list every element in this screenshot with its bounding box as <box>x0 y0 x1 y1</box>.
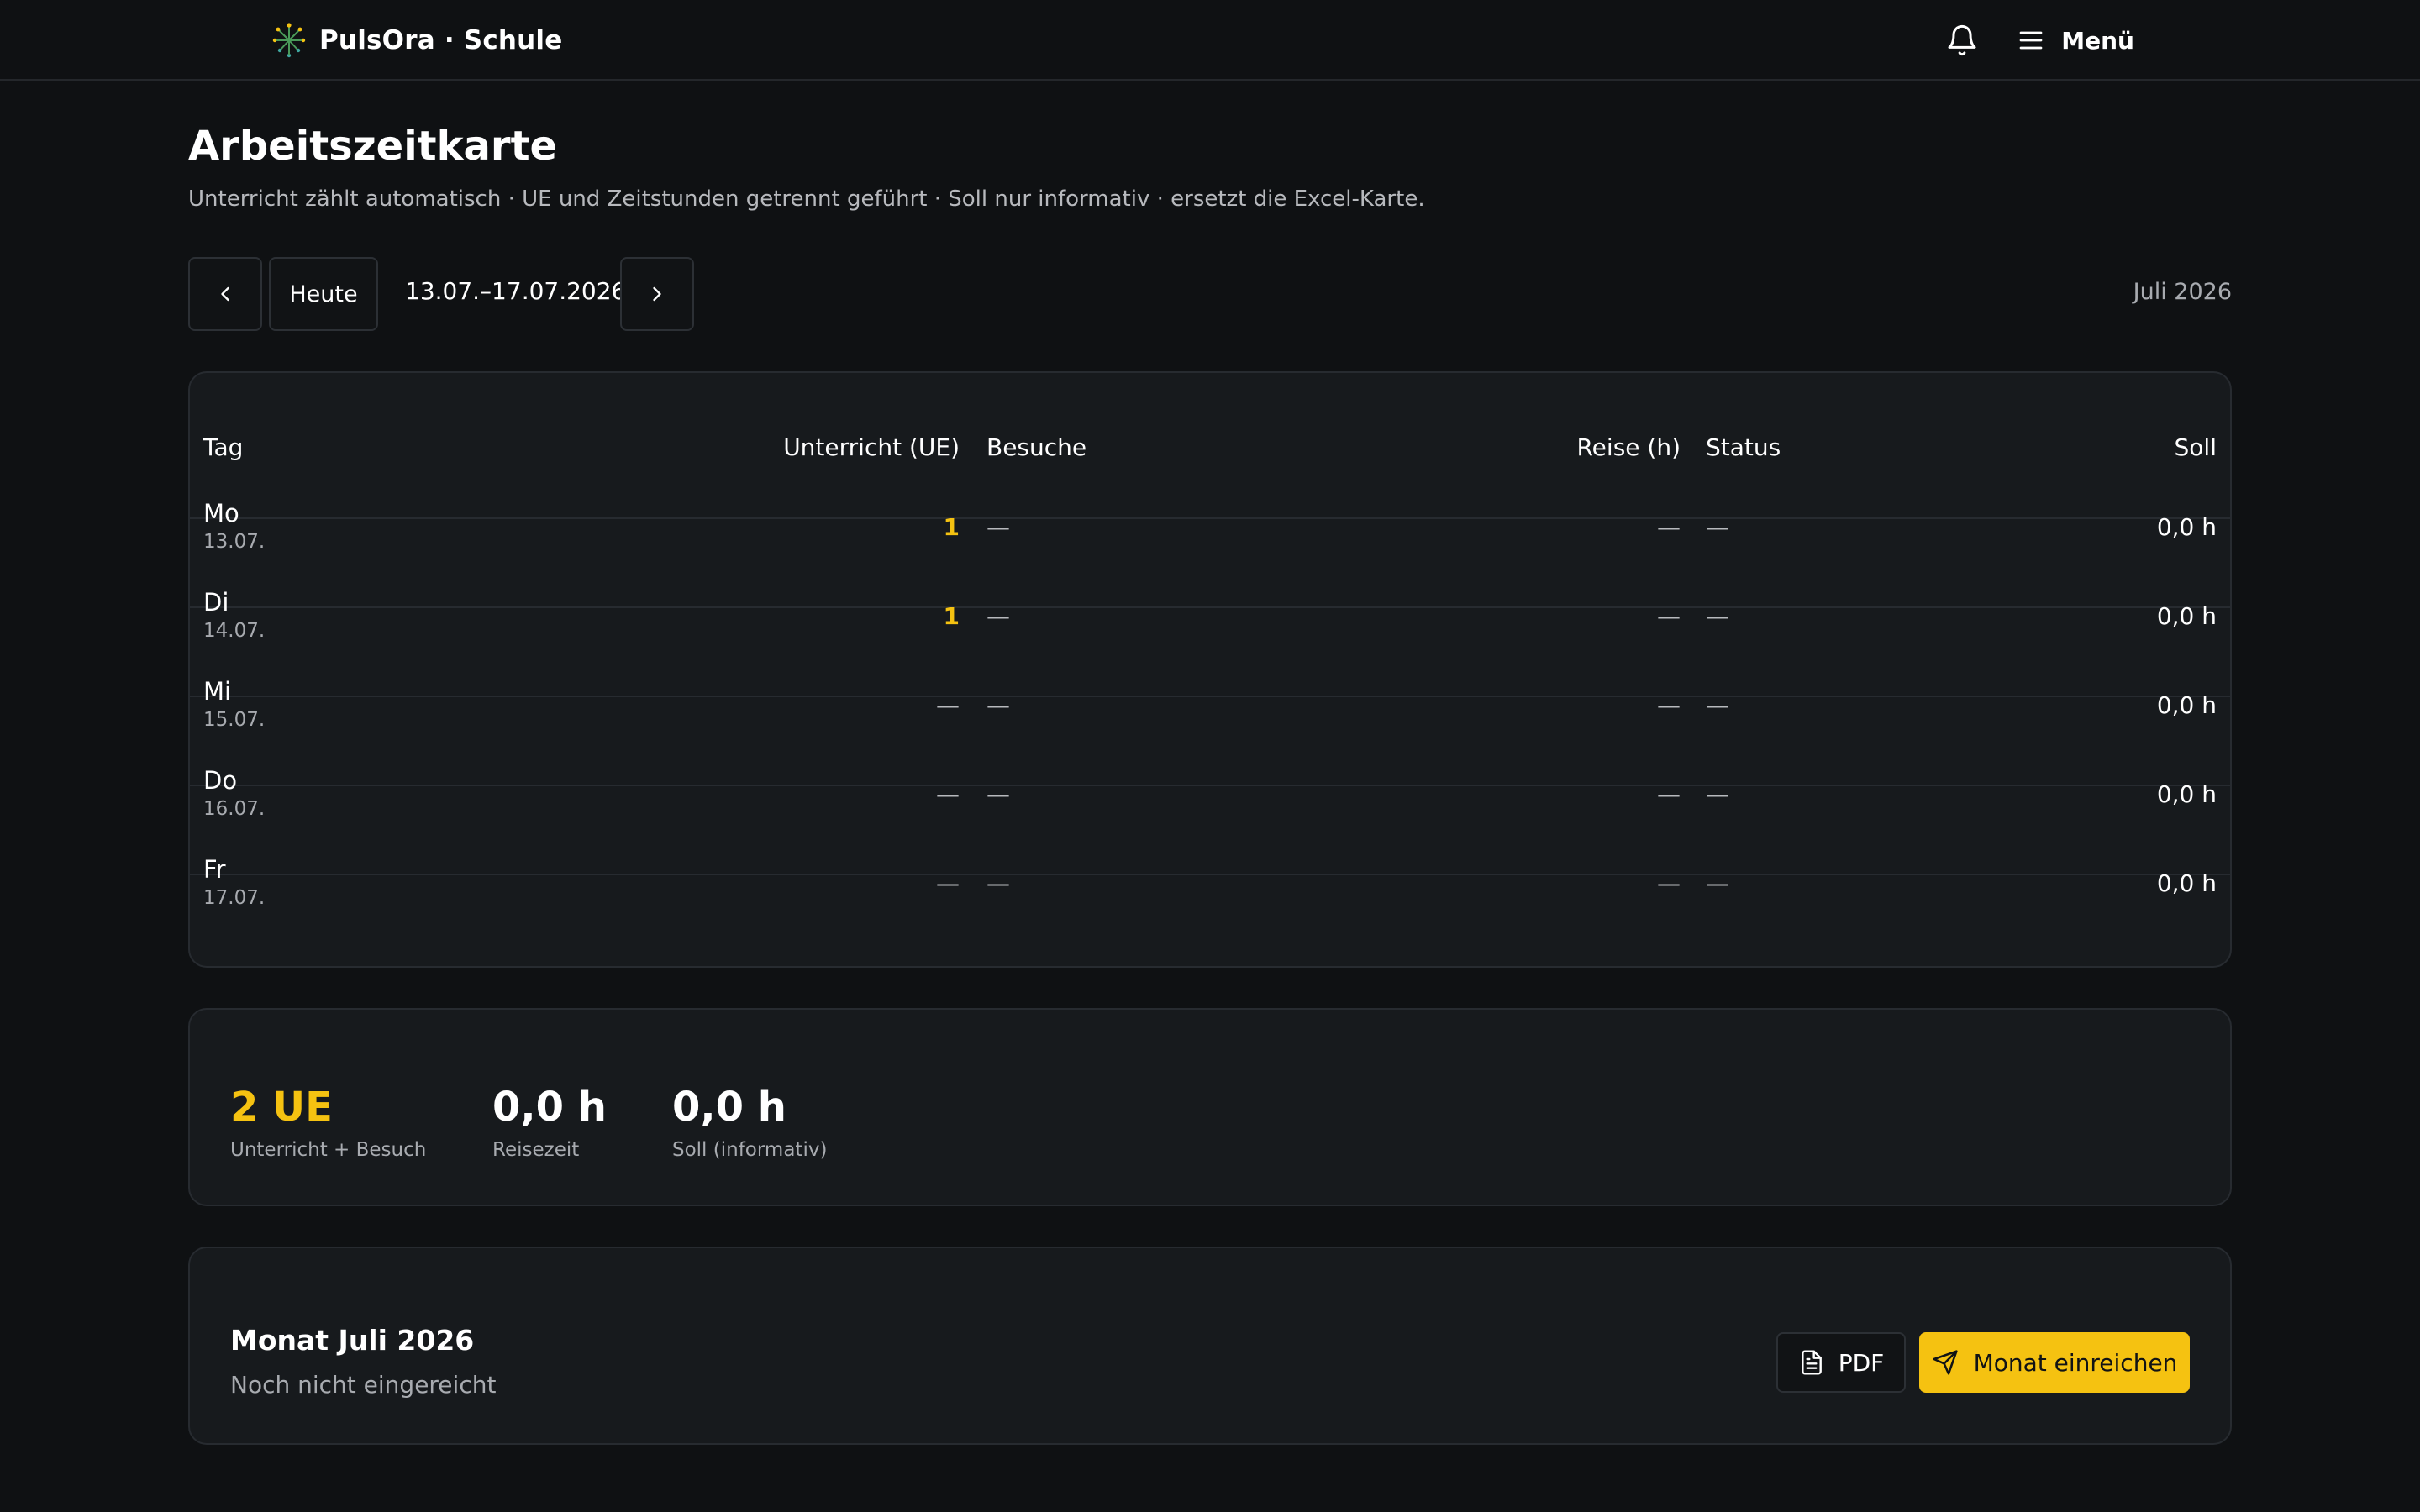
soll-value: 0,0 h <box>2156 691 2217 719</box>
day-name: Mo <box>203 499 239 528</box>
column-header-soll: Soll <box>2174 433 2217 461</box>
previous-week-button[interactable] <box>188 257 262 331</box>
today-button[interactable]: Heute <box>269 257 378 331</box>
brand[interactable]: PulsOra · Schule <box>272 18 562 62</box>
document-icon <box>1801 1350 1822 1375</box>
day-date: 14.07. <box>203 620 266 642</box>
besuche-value: — <box>986 602 1010 630</box>
column-header-besuche: Besuche <box>986 433 1087 461</box>
day-name: Mi <box>203 677 232 706</box>
soll-value: 0,0 h <box>2156 780 2217 808</box>
submit-month-label: Monat einreichen <box>1973 1348 2178 1377</box>
day-date: 13.07. <box>203 531 266 553</box>
status-value: — <box>1706 513 1729 541</box>
week-range: 13.07.–17.07.2026 <box>405 277 627 305</box>
next-week-button[interactable] <box>620 257 694 331</box>
send-icon <box>1932 1350 1958 1375</box>
stat-ue-value: 2 UE <box>230 1084 333 1131</box>
besuche-value: — <box>986 869 1010 897</box>
day-name: Di <box>203 588 229 617</box>
reise-value: — <box>1657 869 1681 897</box>
table-header <box>190 432 2230 519</box>
logo-icon <box>272 23 306 58</box>
month-title: Monat Juli 2026 <box>230 1324 475 1357</box>
stat-soll-label: Soll (informativ) <box>672 1139 828 1161</box>
stat-reisezeit-value: 0,0 h <box>492 1084 607 1131</box>
pdf-button[interactable]: PDF <box>1776 1332 1906 1393</box>
menu-label: Menü <box>2061 26 2134 55</box>
month-status: Noch nicht eingereicht <box>230 1371 497 1399</box>
column-header-tag: Tag <box>203 433 244 461</box>
reise-value: — <box>1657 513 1681 541</box>
reise-value: — <box>1657 602 1681 630</box>
besuche-value: — <box>986 691 1010 719</box>
besuche-value: — <box>986 513 1010 541</box>
table-row <box>190 608 2230 697</box>
day-name: Fr <box>203 855 226 884</box>
table-row <box>190 697 2230 786</box>
besuche-value: — <box>986 780 1010 808</box>
page-subtitle: Unterricht zählt automatisch · UE und Ze… <box>188 186 1425 212</box>
current-month-label: Juli 2026 <box>2133 279 2232 305</box>
table-row <box>190 786 2230 875</box>
menu-icon <box>2019 31 2043 50</box>
stat-ue-label: Unterricht + Besuch <box>230 1139 427 1161</box>
soll-value: 0,0 h <box>2156 602 2217 630</box>
reise-value: — <box>1657 691 1681 719</box>
day-date: 15.07. <box>203 709 266 731</box>
unterricht-value: — <box>936 780 960 808</box>
column-header-status: Status <box>1706 433 1781 461</box>
table-row <box>190 519 2230 608</box>
table-row <box>190 875 2230 964</box>
soll-value: 0,0 h <box>2156 513 2217 541</box>
chevron-right-icon <box>653 286 661 302</box>
unterricht-value: — <box>936 691 960 719</box>
day-date: 17.07. <box>203 887 266 909</box>
chevron-left-icon <box>221 286 229 302</box>
stat-soll-value: 0,0 h <box>672 1084 786 1131</box>
status-value: — <box>1706 602 1729 630</box>
status-value: — <box>1706 691 1729 719</box>
submit-month-button[interactable]: Monat einreichen <box>1919 1332 2190 1393</box>
app-name: PulsOra · Schule <box>319 25 563 55</box>
page-title: Arbeitszeitkarte <box>188 123 558 170</box>
time-table-card <box>188 371 2232 968</box>
column-header-unterricht: Unterricht (UE) <box>783 433 960 461</box>
top-bar: PulsOra · Schule Menü <box>0 0 2420 81</box>
stat-reisezeit-label: Reisezeit <box>492 1139 580 1161</box>
unterricht-value: — <box>936 869 960 897</box>
menu-button[interactable]: Menü <box>2016 25 2134 55</box>
unterricht-value: 1 <box>943 513 960 541</box>
pdf-button-label: PDF <box>1838 1348 1885 1377</box>
bell-icon[interactable] <box>1945 24 1979 57</box>
day-date: 16.07. <box>203 798 266 820</box>
day-name: Do <box>203 766 238 795</box>
column-header-reise: Reise (h) <box>1576 433 1681 461</box>
status-value: — <box>1706 869 1729 897</box>
unterricht-value: 1 <box>943 602 960 630</box>
soll-value: 0,0 h <box>2156 869 2217 897</box>
status-value: — <box>1706 780 1729 808</box>
reise-value: — <box>1657 780 1681 808</box>
